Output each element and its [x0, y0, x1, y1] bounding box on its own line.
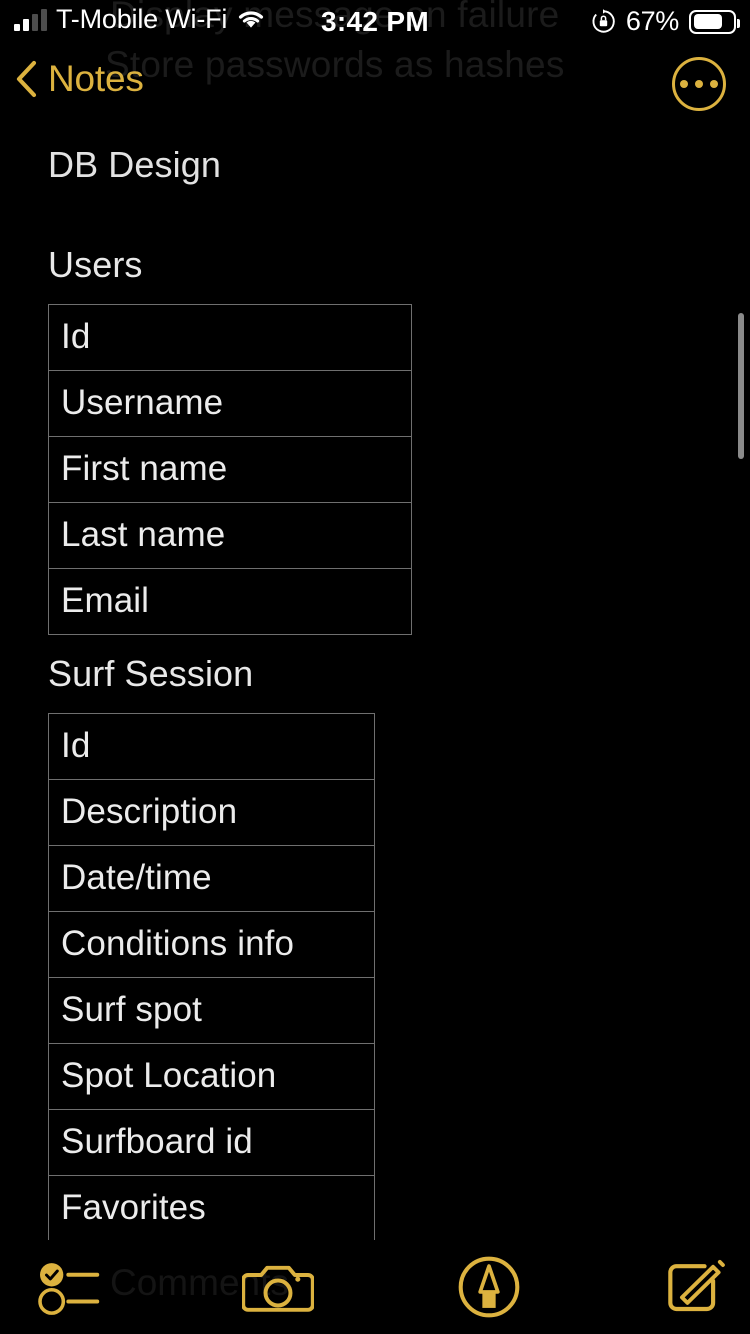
table-cell[interactable]: Favorites [48, 1175, 375, 1240]
table-row[interactable]: Last name [48, 502, 412, 569]
table-cell[interactable]: Date/time [48, 845, 375, 912]
table-cell[interactable]: Surfboard id [48, 1109, 375, 1176]
note-title: DB Design [48, 144, 221, 185]
markup-button[interactable] [448, 1240, 530, 1334]
camera-icon [242, 1258, 314, 1316]
ellipsis-dot [695, 80, 703, 88]
table-cell[interactable]: Email [48, 568, 412, 635]
table-row[interactable]: Surfboard id [48, 1109, 375, 1176]
table-cell[interactable]: Spot Location [48, 1043, 375, 1110]
table-cell[interactable]: Username [48, 370, 412, 437]
notes-app-screen: Display message on failure Store passwor… [0, 0, 750, 1334]
table-cell[interactable]: Last name [48, 502, 412, 569]
section-heading-users: Users [48, 244, 143, 285]
table-row[interactable]: Email [48, 568, 412, 635]
section-heading-surf-session: Surf Session [48, 653, 254, 694]
table-cell[interactable]: First name [48, 436, 412, 503]
checklist-icon [27, 1257, 123, 1317]
battery-icon [689, 9, 740, 34]
chevron-left-icon [14, 59, 38, 99]
status-bar: T-Mobile Wi-Fi 3:42 PM 67% [0, 0, 750, 44]
table-row[interactable]: Id [49, 714, 375, 780]
table-cell[interactable]: Description [48, 779, 375, 846]
camera-button[interactable] [233, 1240, 323, 1334]
markup-pen-icon [457, 1255, 521, 1319]
table-cell[interactable]: Conditions info [48, 911, 375, 978]
table-row[interactable]: Conditions info [48, 911, 375, 978]
table-row[interactable]: First name [48, 436, 412, 503]
compose-icon [663, 1254, 729, 1320]
note-toolbar [0, 1240, 750, 1334]
table-row[interactable]: Username [48, 370, 412, 437]
table-row[interactable]: Date/time [48, 845, 375, 912]
table-cell[interactable]: Id [49, 714, 375, 780]
table-row[interactable]: Description [48, 779, 375, 846]
table-row[interactable]: Id [49, 305, 412, 371]
note-content-area[interactable]: DB Design Users Id Username First name L… [0, 120, 750, 1240]
battery-percent-label: 67% [625, 6, 679, 36]
table-row[interactable]: Favorites [48, 1175, 375, 1240]
ellipsis-dot [710, 80, 718, 88]
surf-session-table[interactable]: Id Description Date/time Conditions info… [48, 713, 375, 1240]
back-to-notes-button[interactable]: Notes [14, 58, 144, 100]
table-row[interactable]: Surf spot [48, 977, 375, 1044]
table-cell[interactable]: Surf spot [48, 977, 375, 1044]
status-bar-right: 67% [591, 6, 740, 37]
table-cell[interactable]: Id [49, 305, 412, 371]
rotation-lock-icon [591, 9, 616, 34]
table-row[interactable]: Spot Location [48, 1043, 375, 1110]
scrollbar-thumb[interactable] [738, 313, 744, 459]
checklist-button[interactable] [20, 1240, 130, 1334]
back-button-label: Notes [48, 58, 144, 99]
compose-button[interactable] [653, 1240, 739, 1334]
more-options-button[interactable] [672, 57, 726, 111]
users-table[interactable]: Id Username First name Last name Email [48, 304, 412, 635]
ellipsis-dot [680, 80, 688, 88]
navigation-bar: Notes [0, 57, 750, 120]
